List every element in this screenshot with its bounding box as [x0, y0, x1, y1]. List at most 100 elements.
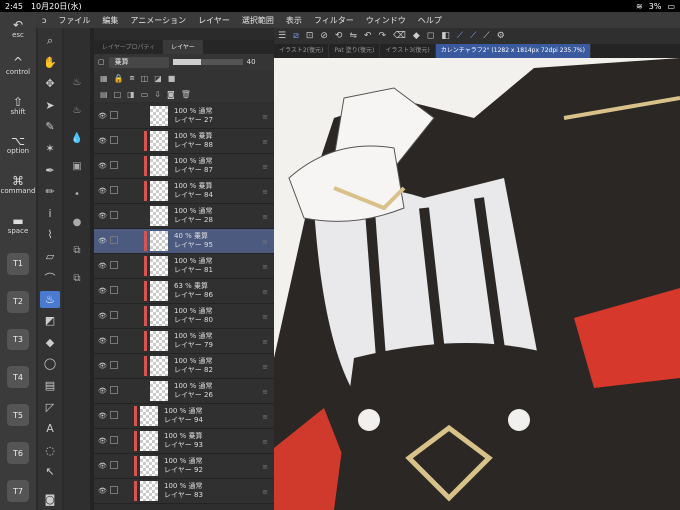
- drag-handle-icon[interactable]: ≡: [262, 138, 268, 146]
- layer-checkbox[interactable]: [110, 461, 118, 469]
- eye-icon[interactable]: 👁: [98, 112, 107, 120]
- reference-icon[interactable]: ◫: [141, 74, 149, 83]
- drops-icon[interactable]: ♨: [67, 72, 87, 92]
- blend-mode-select[interactable]: 乗算: [108, 56, 169, 68]
- menu-filter[interactable]: フィルター: [308, 15, 360, 26]
- layer-row[interactable]: 👁 100 % 乗算 レイヤー 88 ≡: [94, 129, 274, 154]
- drag-handle-icon[interactable]: ≡: [262, 488, 268, 496]
- drag-handle-icon[interactable]: ≡: [262, 313, 268, 321]
- t4-key[interactable]: T4: [7, 366, 29, 389]
- option-key[interactable]: ⌥ option: [0, 125, 36, 165]
- move-icon[interactable]: ✥: [40, 75, 60, 93]
- magic-wand-icon[interactable]: ✶: [40, 140, 60, 158]
- mask-icon[interactable]: ◙: [167, 90, 175, 99]
- eye-icon[interactable]: 👁: [98, 362, 107, 370]
- menu-selection[interactable]: 選択範囲: [236, 15, 280, 26]
- layer-row[interactable]: 👁 100 % 通常 レイヤー 80 ≡: [94, 304, 274, 329]
- undo-icon[interactable]: ↶: [364, 31, 372, 41]
- drag-handle-icon[interactable]: ≡: [262, 388, 268, 396]
- t7-key[interactable]: T7: [7, 480, 29, 503]
- drawing-canvas[interactable]: [274, 58, 680, 510]
- airbrush-icon[interactable]: ⌇: [40, 226, 60, 244]
- eye-icon[interactable]: 👁: [98, 212, 107, 220]
- layer-checkbox[interactable]: [110, 136, 118, 144]
- layer-checkbox[interactable]: [110, 361, 118, 369]
- tab-doc-1[interactable]: イラスト2(復元): [274, 44, 330, 58]
- fill-icon[interactable]: ◆: [413, 31, 420, 41]
- layer-checkbox[interactable]: [110, 336, 118, 344]
- eye-icon[interactable]: 👁: [98, 312, 107, 320]
- figure-icon[interactable]: ◯: [40, 355, 60, 373]
- menu-window[interactable]: ウィンドウ: [360, 15, 412, 26]
- t6-key[interactable]: T6: [7, 442, 29, 465]
- t5-key[interactable]: T5: [7, 404, 29, 427]
- clip-icon[interactable]: ▢: [98, 58, 105, 66]
- layer-row[interactable]: 👁 100 % 乗算 レイヤー 93 ≡: [94, 429, 274, 454]
- frame-icon[interactable]: ▤: [40, 377, 60, 395]
- select-arrow-icon[interactable]: ➤: [40, 97, 60, 115]
- drop-icon[interactable]: 💧: [67, 128, 87, 148]
- layer-row[interactable]: 👁 100 % 通常 レイヤー 28 ≡: [94, 204, 274, 229]
- layer-row[interactable]: 👁 100 % 乗算 レイヤー 84 ≡: [94, 179, 274, 204]
- eye-icon[interactable]: 👁: [98, 412, 107, 420]
- selection-icon[interactable]: ◻: [427, 31, 434, 41]
- pen-icon[interactable]: ✒: [40, 161, 60, 179]
- t2-key[interactable]: T2: [7, 290, 29, 313]
- eye-icon[interactable]: 👁: [98, 337, 107, 345]
- eye-icon[interactable]: 👁: [98, 137, 107, 145]
- esc-key[interactable]: ↶ esc: [0, 12, 36, 46]
- layer-row[interactable]: 👁 100 % 通常 レイヤー 27 ≡: [94, 104, 274, 129]
- drag-handle-icon[interactable]: ≡: [262, 113, 268, 121]
- menu-layer[interactable]: レイヤー: [192, 15, 236, 26]
- curve-icon[interactable]: ⟋: [483, 31, 489, 41]
- menu-file[interactable]: ファイル: [52, 15, 96, 26]
- command-key[interactable]: ⌘ command: [0, 165, 36, 205]
- new-folder-icon[interactable]: ▭: [141, 90, 149, 99]
- menu-edit[interactable]: 編集: [96, 15, 124, 26]
- brush-size-icon[interactable]: ●: [67, 212, 87, 232]
- tab-doc-2[interactable]: Pat 塗り(復元): [329, 44, 381, 58]
- panel-menu-icon[interactable]: ▤: [100, 90, 108, 99]
- layer-checkbox[interactable]: [110, 411, 118, 419]
- menu-animation[interactable]: アニメーション: [124, 15, 192, 26]
- snap-icon[interactable]: ⧄: [293, 31, 299, 41]
- layer-row[interactable]: 👁 100 % 通常 レイヤー 82 ≡: [94, 354, 274, 379]
- eye-icon[interactable]: 👁: [98, 462, 107, 470]
- layer-checkbox[interactable]: [110, 211, 118, 219]
- brush-size-icon[interactable]: •: [67, 184, 87, 204]
- tab-layer-property[interactable]: レイヤープロパティ: [94, 40, 163, 54]
- layer-row[interactable]: 👁 100 % 通常 レイヤー 83 ≡: [94, 479, 274, 504]
- layer-checkbox[interactable]: [110, 161, 118, 169]
- app-logo-icon[interactable]: ↄ: [36, 16, 52, 25]
- t1-key[interactable]: T1: [7, 252, 29, 275]
- hand-icon[interactable]: ✋: [40, 54, 60, 72]
- layer-color-icon[interactable]: ▦: [100, 74, 108, 83]
- eye-icon[interactable]: 👁: [98, 487, 107, 495]
- layer-checkbox[interactable]: [110, 236, 118, 244]
- layer-row[interactable]: 👁 63 % 乗算 レイヤー 86 ≡: [94, 279, 274, 304]
- rotate-icon[interactable]: ⟲: [335, 31, 343, 41]
- brush-icon[interactable]: ⅰ: [40, 204, 60, 222]
- space-key[interactable]: ▬ space: [0, 205, 36, 245]
- drag-handle-icon[interactable]: ≡: [262, 188, 268, 196]
- tab-doc-active[interactable]: カレンチャラフ2° (1282 x 1814px 72dpi 235.7%): [435, 44, 591, 58]
- zoom-icon[interactable]: ⌕: [40, 32, 60, 50]
- correct-line-icon[interactable]: ↖: [40, 463, 60, 481]
- layer-row[interactable]: 👁 40 % 乗算 レイヤー 95 ≡: [94, 229, 274, 254]
- eye-icon[interactable]: 👁: [98, 162, 107, 170]
- layer-row[interactable]: 👁 100 % 通常 レイヤー 94 ≡: [94, 404, 274, 429]
- eye-icon[interactable]: 👁: [98, 437, 107, 445]
- eye-icon[interactable]: 👁: [98, 287, 107, 295]
- clear-icon[interactable]: ⌫: [393, 31, 406, 41]
- clip-mask-icon[interactable]: ⧈: [130, 73, 135, 83]
- transfer-down-icon[interactable]: ⇩: [154, 90, 161, 99]
- tab-layer[interactable]: レイヤー: [163, 40, 203, 54]
- eraser-icon[interactable]: ▱: [40, 247, 60, 265]
- blend-icon[interactable]: ⌒: [40, 269, 60, 287]
- menu-help[interactable]: ヘルプ: [412, 15, 448, 26]
- drag-handle-icon[interactable]: ≡: [262, 413, 268, 421]
- bucket-icon[interactable]: ◆: [40, 334, 60, 352]
- eye-icon[interactable]: 👁: [98, 187, 107, 195]
- new-raster-layer-icon[interactable]: □: [114, 90, 122, 99]
- eye-icon[interactable]: 👁: [98, 387, 107, 395]
